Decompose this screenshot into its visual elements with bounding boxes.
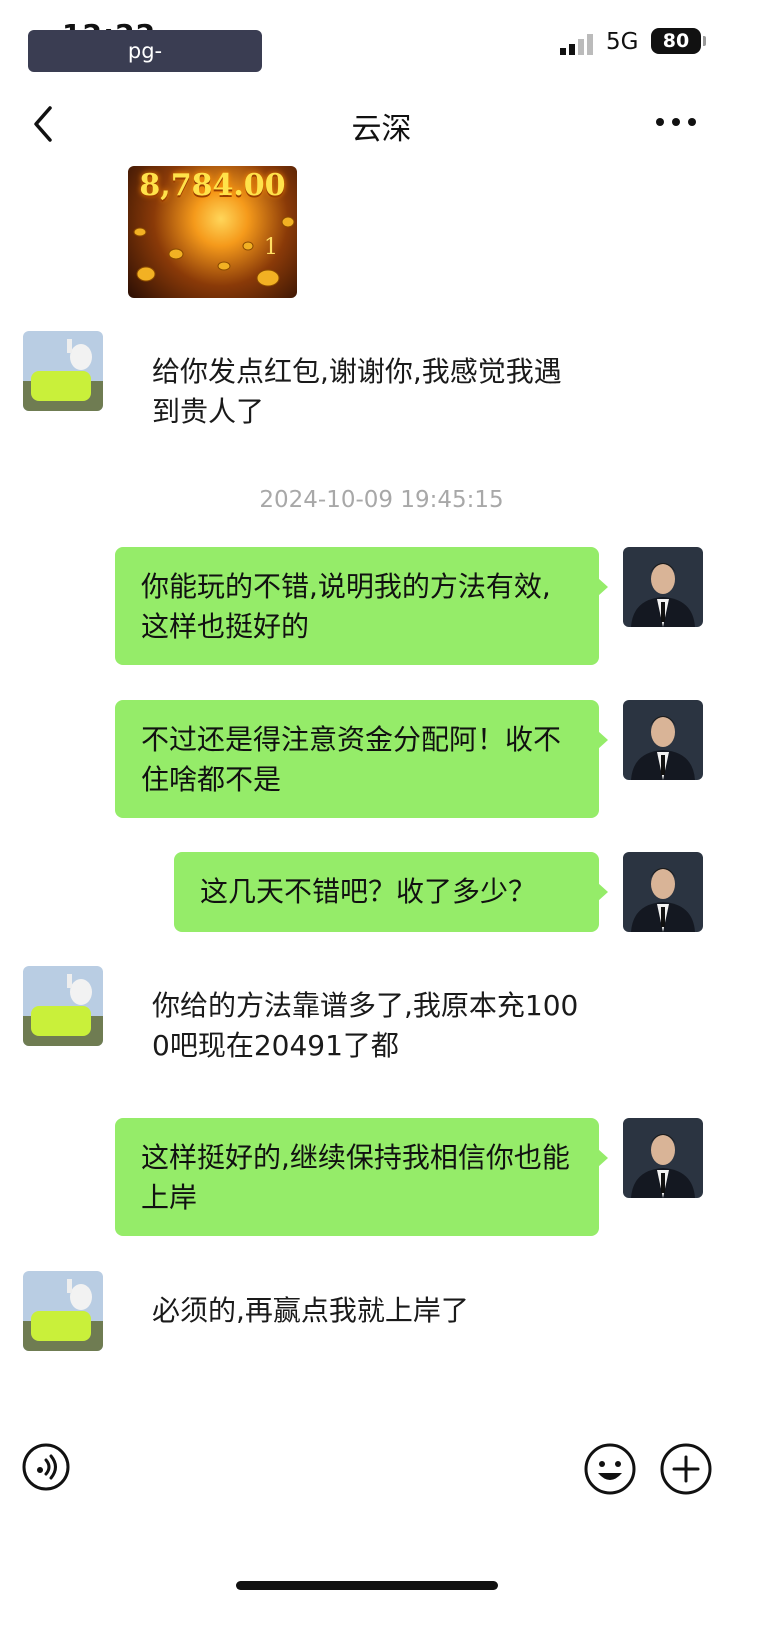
chat-title: 云深 [351,112,412,147]
my-avatar[interactable] [623,852,703,932]
home-indicator [236,1581,498,1590]
message-text: 你给的方法靠谱多了,我原本充1000吧现在20491了都 [152,989,579,1062]
my-avatar[interactable] [623,547,703,627]
contact-avatar[interactable] [23,1271,103,1351]
watermark-label: pg-dianziyouxi.com.cn [28,30,262,105]
message-bubble[interactable]: 这几天不错吧？收了多少？ [174,852,599,932]
coins-illustration: 1 [133,216,295,287]
message-bubble[interactable]: 你能玩的不错,说明我的方法有效,这样也挺好的 [115,547,599,665]
contact-avatar[interactable] [23,966,103,1046]
contact-avatar[interactable] [23,331,103,411]
signal-icon [560,33,596,55]
voice-input-icon[interactable] [22,1443,70,1491]
network-type: 5G [606,29,639,55]
image-message[interactable]: 8,784.00 1 [128,166,297,298]
bubble-tail [598,883,608,901]
message-bubble[interactable]: 这样挺好的,继续保持我相信你也能上岸 [115,1118,599,1236]
bubble-tail [598,731,608,749]
svg-text:1: 1 [264,235,278,260]
more-icon[interactable] [654,112,698,132]
battery-icon: 80 [651,28,701,54]
message-text: 给你发点红包,谢谢你,我感觉我遇到贵人了 [152,355,562,428]
bubble-tail [598,578,608,596]
my-avatar[interactable] [623,1118,703,1198]
message-bubble[interactable]: 不过还是得注意资金分配阿！收不住啥都不是 [115,700,599,818]
add-attachment-icon[interactable] [660,1443,712,1495]
message-text: 必须的,再赢点我就上岸了 [152,1294,469,1327]
battery-tip [703,36,706,46]
bubble-tail [598,1149,608,1167]
my-avatar[interactable] [623,700,703,780]
emoji-icon[interactable] [584,1443,636,1495]
message-timestamp: 2024-10-09 19:45:15 [259,487,504,513]
